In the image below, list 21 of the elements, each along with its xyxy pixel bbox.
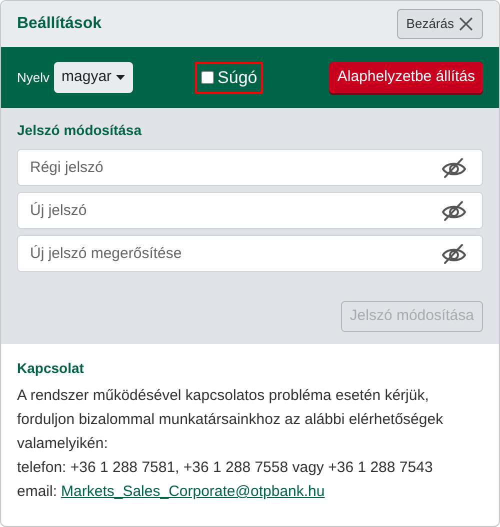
phone-numbers: telefon: +36 1 288 7581, +36 1 288 7558 vagy +36 1 288 7543 xyxy=(17,458,434,478)
section-title: Jelszó módosítása xyxy=(17,121,143,140)
reset-button[interactable]: Alaphelyzetbe állítás xyxy=(329,62,483,93)
password-field[interactable]: Régi jelszó xyxy=(17,149,483,186)
contact-paragraph: A rendszer működésével kapcsolatos probléma esetén kérjük, forduljon bizalommal munkatársainkhoz az alábbi elérhetőségek valamelyikén: xyxy=(17,386,444,454)
close-button[interactable]: Bezárás xyxy=(397,9,483,39)
window-title: Beállítások xyxy=(17,14,102,34)
password-field[interactable]: Új jelszó xyxy=(17,192,483,229)
password-field[interactable]: Új jelszó megerősítése xyxy=(17,235,483,272)
eye-slash-icon[interactable] xyxy=(441,157,467,179)
email-label: email: xyxy=(17,482,58,502)
help-checkbox[interactable]: Súgó xyxy=(194,62,264,94)
eye-slash-icon[interactable] xyxy=(441,200,467,222)
eye-slash-icon[interactable] xyxy=(441,243,467,265)
checkbox-square[interactable] xyxy=(200,71,214,84)
language-dropdown[interactable]: magyar xyxy=(54,62,133,93)
close-icon xyxy=(458,16,474,32)
email-link[interactable]: Markets_Sales_Corporate@otpbank.hu xyxy=(61,480,325,504)
contact-title: Kapcsolat xyxy=(17,359,85,378)
language-label: Nyelv xyxy=(17,68,50,87)
caret-icon xyxy=(116,74,125,80)
